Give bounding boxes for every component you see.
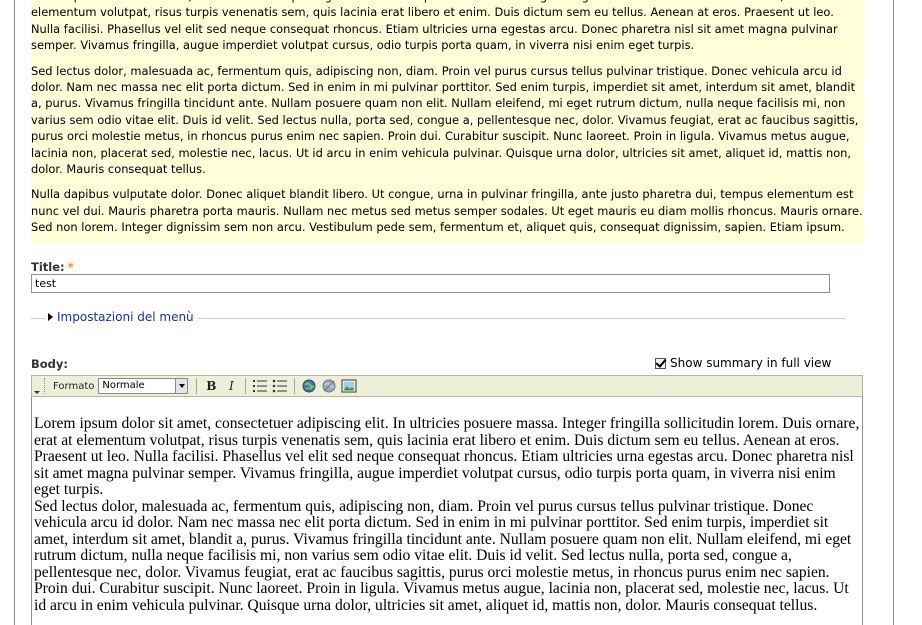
toolbar-separator [245,378,247,394]
toolbar-separator [196,378,198,394]
numbered-list-button[interactable] [250,377,270,395]
title-label-text: Title: [31,260,65,274]
required-mark: * [67,260,74,274]
expand-triangle-icon [48,313,53,321]
editor-toolbar: Formato Normale B I [31,375,863,397]
preview-text: Lorem ipsum dolor sit amet, consectetuer… [31,0,863,244]
italic-button[interactable]: I [221,377,241,395]
format-select[interactable]: Normale [98,378,189,394]
unlink-icon [322,379,336,393]
bold-button[interactable]: B [201,377,221,395]
format-select-value: Normale [102,380,145,391]
summary-label: Show summary in full view [670,356,832,370]
toolbar-grip [44,378,47,394]
summary-toggle[interactable]: Show summary in full view [655,356,831,370]
menu-settings-link[interactable]: Impostazioni del menù [57,310,194,324]
numbered-list-icon [253,380,268,392]
unlink-button[interactable] [319,377,339,395]
image-icon [341,379,357,393]
link-button[interactable] [299,377,319,395]
bulleted-list-button[interactable] [270,377,290,395]
preview-paragraph: Sed lectus dolor, malesuada ac, fermentu… [31,63,859,177]
toolbar-collapse-icon[interactable] [32,376,42,396]
format-label: Formato [53,380,95,392]
fieldset-divider-left [31,318,45,319]
editor-paragraph: Lorem ipsum dolor sit amet, consectetuer… [34,415,860,498]
preview-paragraph: Nulla dapibus vulputate dolor. Donec ali… [31,187,863,235]
title-input[interactable] [31,274,830,293]
page-frame: Lorem ipsum dolor sit amet, consectetuer… [14,0,894,625]
link-icon [302,379,316,393]
summary-checkbox[interactable] [655,357,666,369]
image-button[interactable] [339,377,359,395]
preview-paragraph: Lorem ipsum dolor sit amet, consectetuer… [31,0,838,53]
body-label: Body: [31,357,68,371]
menu-settings-toggle[interactable]: Impostazioni del menù [47,310,198,324]
bulleted-list-icon [273,379,288,393]
chevron-down-icon [175,379,188,393]
fieldset-divider-right [187,318,845,319]
title-label: Title: * [31,260,74,274]
body-preview: Lorem ipsum dolor sit amet, consectetuer… [31,0,863,244]
body-editor[interactable]: Lorem ipsum dolor sit amet, consectetuer… [31,397,863,625]
editor-paragraph: Sed lectus dolor, malesuada ac, fermentu… [34,497,852,614]
toolbar-separator [294,378,296,394]
editor-content[interactable]: Lorem ipsum dolor sit amet, consectetuer… [34,415,860,614]
